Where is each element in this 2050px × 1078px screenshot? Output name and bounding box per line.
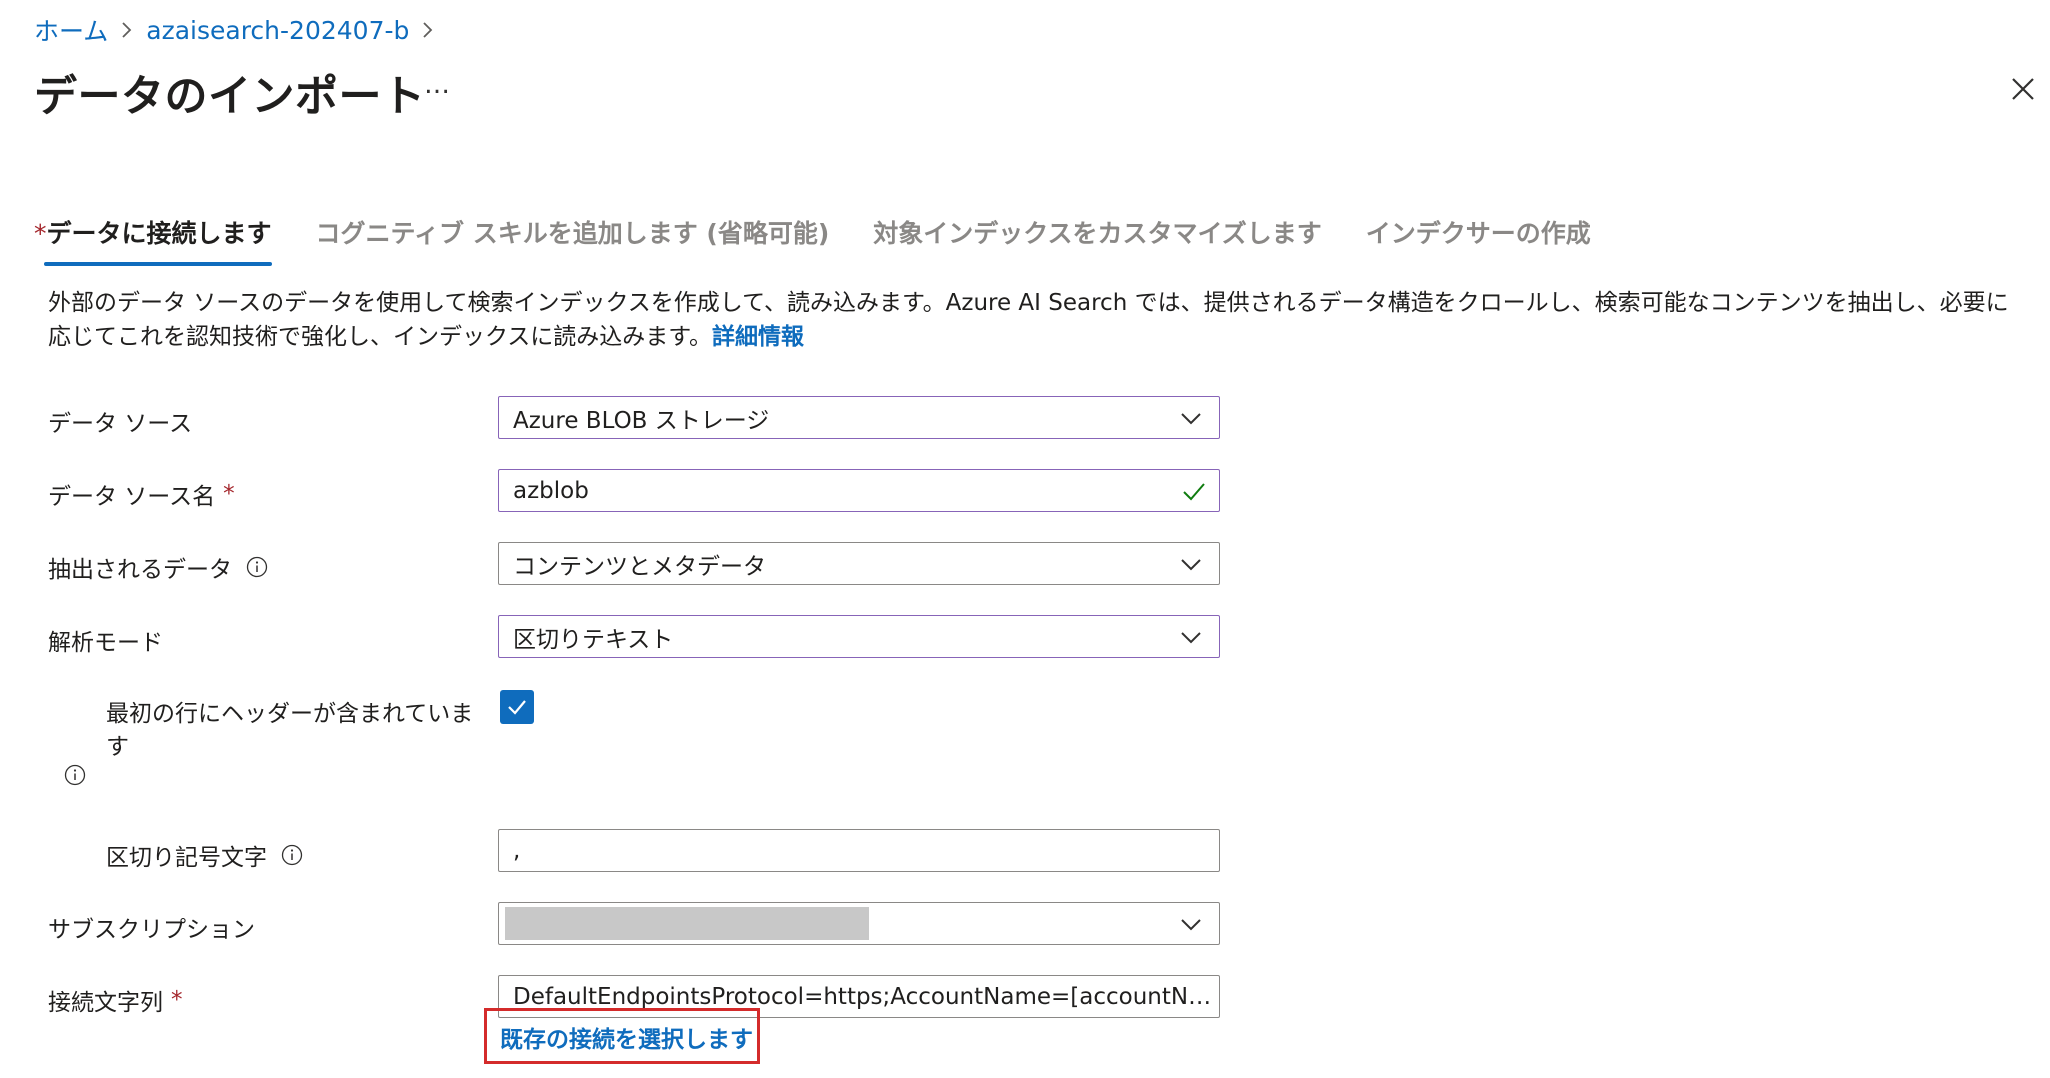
info-icon[interactable]: [64, 764, 86, 786]
tab-create-indexer[interactable]: インデクサーの作成: [1366, 214, 1591, 266]
delimiter-label: 区切り記号文字: [106, 838, 303, 872]
page-title: データのインポート: [34, 72, 426, 122]
data-source-name-value: azblob: [513, 477, 589, 504]
chevron-down-icon: [1181, 558, 1201, 570]
breadcrumb-resource[interactable]: azaisearch-202407-b: [146, 16, 409, 45]
redacted-subscription: [505, 907, 869, 940]
required-mark: *: [223, 481, 235, 507]
extracted-data-dropdown[interactable]: コンテンツとメタデータ: [498, 542, 1220, 585]
delimiter-input[interactable]: ,: [498, 829, 1220, 872]
breadcrumb-home[interactable]: ホーム: [34, 12, 108, 48]
subscription-label: サブスクリプション: [48, 917, 255, 943]
chevron-right-icon: [120, 20, 134, 40]
more-actions-button[interactable]: …: [424, 70, 452, 100]
tab-customize-index[interactable]: 対象インデックスをカスタマイズします: [873, 214, 1322, 266]
description: 外部のデータ ソースのデータを使用して検索インデックスを作成して、読み込みます。…: [48, 286, 2018, 354]
wizard-tabs: *データに接続します コグニティブ スキルを追加します (省略可能) 対象インデ…: [34, 214, 1635, 266]
parsing-mode-label: 解析モード: [48, 630, 163, 656]
close-icon[interactable]: [2008, 74, 2038, 104]
delimiter-value: ,: [513, 837, 521, 864]
chevron-right-icon: [421, 20, 435, 40]
parsing-mode-dropdown[interactable]: 区切りテキスト: [498, 615, 1220, 658]
learn-more-link[interactable]: 詳細情報: [712, 324, 804, 350]
checkmark-icon: [1183, 482, 1205, 500]
connection-string-label: 接続文字列 *: [48, 987, 183, 1016]
parsing-mode-value: 区切りテキスト: [513, 626, 674, 653]
choose-existing-connection-link[interactable]: 既存の接続を選択します: [500, 1020, 753, 1054]
checkmark-icon: [508, 700, 526, 715]
tab-connect-data[interactable]: *データに接続します: [34, 214, 272, 266]
description-text: 外部のデータ ソースのデータを使用して検索インデックスを作成して、読み込みます。…: [48, 290, 2009, 350]
tab-label: データに接続します: [46, 219, 272, 248]
connection-string-value: DefaultEndpointsProtocol=https;AccountNa…: [513, 983, 1219, 1010]
first-line-header-label-line1: 最初の行にヘッダーが含まれていま: [106, 701, 474, 727]
info-icon[interactable]: [281, 844, 303, 866]
required-mark: *: [171, 987, 183, 1013]
extracted-data-label: 抽出されるデータ: [48, 550, 268, 584]
tab-add-cognitive-skills[interactable]: コグニティブ スキルを追加します (省略可能): [316, 214, 830, 266]
data-source-value: Azure BLOB ストレージ: [513, 407, 770, 434]
first-line-header-label-line2: す: [106, 734, 129, 760]
data-source-dropdown[interactable]: Azure BLOB ストレージ: [498, 396, 1220, 439]
import-data-page: ホーム azaisearch-202407-b データのインポート … *データ…: [0, 0, 2050, 1078]
extracted-data-value: コンテンツとメタデータ: [513, 553, 766, 580]
data-source-name-label: データ ソース名 *: [48, 481, 235, 510]
breadcrumb: ホーム azaisearch-202407-b: [34, 12, 447, 48]
subscription-dropdown[interactable]: [498, 902, 1220, 945]
chevron-down-icon: [1181, 631, 1201, 643]
chevron-down-icon: [1181, 918, 1201, 930]
data-source-label: データ ソース: [48, 411, 193, 437]
first-line-header-checkbox[interactable]: [500, 690, 534, 724]
required-mark: *: [34, 219, 47, 248]
info-icon[interactable]: [246, 556, 268, 578]
chevron-down-icon: [1181, 412, 1201, 424]
data-source-name-input[interactable]: azblob: [498, 469, 1220, 512]
